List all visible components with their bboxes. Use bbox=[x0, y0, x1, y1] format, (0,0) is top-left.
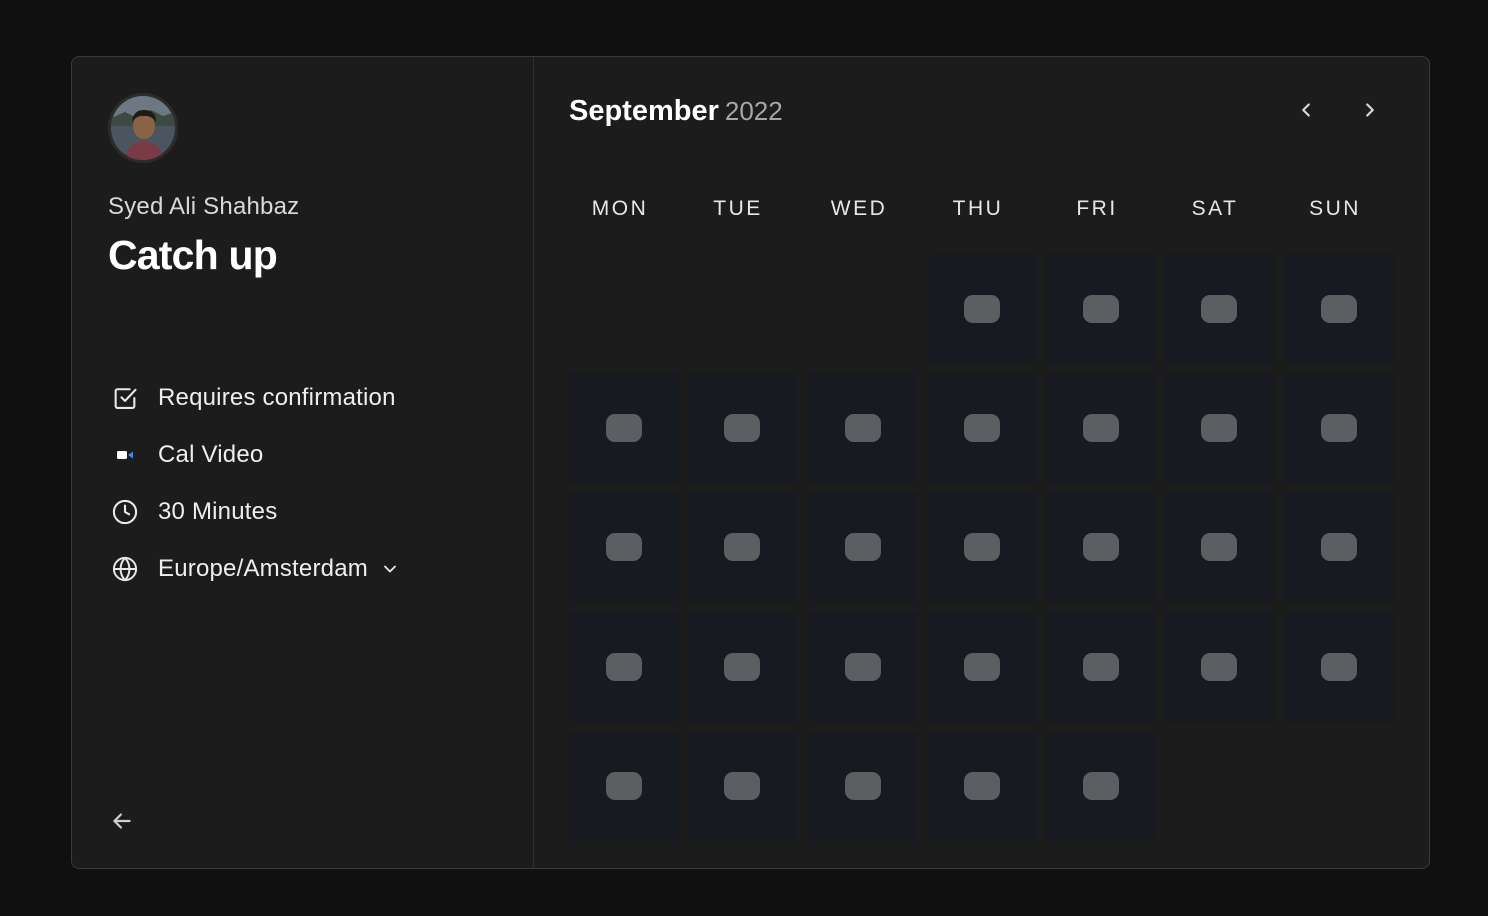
day-loading-placeholder bbox=[606, 533, 642, 561]
day-loading-placeholder bbox=[964, 414, 1000, 442]
event-detail-label: Requires confirmation bbox=[158, 384, 396, 411]
event-title: Catch up bbox=[108, 232, 278, 278]
day-loading-placeholder bbox=[1083, 653, 1119, 681]
event-detail-label: 30 Minutes bbox=[158, 498, 278, 525]
day-loading-placeholder bbox=[1201, 533, 1237, 561]
calendar-day[interactable] bbox=[808, 731, 918, 841]
arrow-left-icon bbox=[113, 813, 131, 829]
weekday-label-wed: WED bbox=[830, 197, 888, 220]
calendar-month-title: September 2022 bbox=[569, 95, 783, 128]
day-loading-placeholder bbox=[845, 533, 881, 561]
timezone-value[interactable]: Europe/Amsterdam bbox=[158, 555, 368, 583]
calendar-day[interactable] bbox=[808, 612, 918, 722]
chevron-down-icon[interactable] bbox=[378, 557, 402, 581]
calendar-day[interactable] bbox=[687, 612, 797, 722]
day-loading-placeholder bbox=[1321, 653, 1357, 681]
globe-icon bbox=[108, 552, 142, 586]
calendar-day[interactable] bbox=[1284, 492, 1394, 602]
calendar-day[interactable] bbox=[808, 492, 918, 602]
calendar-day[interactable] bbox=[569, 492, 679, 602]
back-button[interactable] bbox=[106, 805, 138, 837]
organizer-name: Syed Ali Shahbaz bbox=[108, 193, 300, 220]
booking-card: Syed Ali Shahbaz Catch up Requires confi… bbox=[71, 56, 1430, 869]
event-detail-duration: 30 Minutes bbox=[108, 494, 277, 530]
checkbox-icon bbox=[108, 381, 142, 415]
day-loading-placeholder bbox=[964, 772, 1000, 800]
calendar-day[interactable] bbox=[1046, 612, 1156, 722]
chevron-right-icon bbox=[1366, 103, 1374, 117]
calendar-day[interactable] bbox=[927, 731, 1037, 841]
weekday-label-tue: TUE bbox=[713, 197, 763, 220]
calendar-day[interactable] bbox=[1164, 254, 1274, 364]
calendar-day[interactable] bbox=[1284, 612, 1394, 722]
event-detail-confirmation: Requires confirmation bbox=[108, 380, 396, 416]
weekday-label-fri: FRI bbox=[1076, 197, 1118, 220]
weekday-label-thu: THU bbox=[952, 197, 1004, 220]
day-loading-placeholder bbox=[724, 414, 760, 442]
day-loading-placeholder bbox=[1083, 295, 1119, 323]
calendar-day[interactable] bbox=[1046, 373, 1156, 483]
calendar-day[interactable] bbox=[569, 731, 679, 841]
calendar-day[interactable] bbox=[687, 731, 797, 841]
day-loading-placeholder bbox=[724, 653, 760, 681]
day-loading-placeholder bbox=[964, 295, 1000, 323]
day-loading-placeholder bbox=[606, 414, 642, 442]
avatar bbox=[108, 93, 178, 163]
weekday-label-sat: SAT bbox=[1191, 197, 1239, 220]
day-loading-placeholder bbox=[1321, 414, 1357, 442]
weekday-label-sun: SUN bbox=[1309, 197, 1361, 220]
calendar-day[interactable] bbox=[1046, 492, 1156, 602]
month-label: September bbox=[569, 95, 719, 127]
weekday-label-mon: MON bbox=[591, 197, 649, 220]
calendar-day[interactable] bbox=[1164, 612, 1274, 722]
video-icon bbox=[108, 438, 142, 472]
previous-month-button[interactable] bbox=[1289, 93, 1323, 127]
calendar-day[interactable] bbox=[1284, 373, 1394, 483]
chevron-left-icon bbox=[1302, 103, 1310, 117]
calendar-day[interactable] bbox=[1284, 254, 1394, 364]
day-loading-placeholder bbox=[724, 772, 760, 800]
day-loading-placeholder bbox=[1321, 533, 1357, 561]
day-loading-placeholder bbox=[1201, 414, 1237, 442]
calendar-day[interactable] bbox=[687, 492, 797, 602]
day-loading-placeholder bbox=[1083, 414, 1119, 442]
day-loading-placeholder bbox=[606, 772, 642, 800]
calendar-day[interactable] bbox=[687, 373, 797, 483]
day-loading-placeholder bbox=[845, 414, 881, 442]
calendar-day[interactable] bbox=[927, 492, 1037, 602]
day-loading-placeholder bbox=[1201, 295, 1237, 323]
calendar-day[interactable] bbox=[569, 373, 679, 483]
day-loading-placeholder bbox=[845, 772, 881, 800]
event-detail-label: Cal Video bbox=[158, 441, 264, 468]
calendar-day[interactable] bbox=[1164, 492, 1274, 602]
calendar-day[interactable] bbox=[569, 612, 679, 722]
day-loading-placeholder bbox=[964, 533, 1000, 561]
day-loading-placeholder bbox=[964, 653, 1000, 681]
calendar-day[interactable] bbox=[927, 254, 1037, 364]
avatar-image bbox=[111, 96, 175, 160]
day-loading-placeholder bbox=[845, 653, 881, 681]
calendar-day[interactable] bbox=[808, 373, 918, 483]
event-info-panel: Syed Ali Shahbaz Catch up Requires confi… bbox=[72, 57, 534, 868]
day-loading-placeholder bbox=[1083, 533, 1119, 561]
calendar-day[interactable] bbox=[927, 373, 1037, 483]
day-loading-placeholder bbox=[606, 653, 642, 681]
calendar-day[interactable] bbox=[1164, 373, 1274, 483]
clock-icon bbox=[108, 495, 142, 529]
day-loading-placeholder bbox=[724, 533, 760, 561]
year-label: 2022 bbox=[724, 96, 783, 126]
calendar-day[interactable] bbox=[1046, 254, 1156, 364]
event-detail-location: Cal Video bbox=[108, 437, 263, 473]
timezone-selector[interactable]: Europe/Amsterdam bbox=[108, 551, 402, 587]
day-loading-placeholder bbox=[1201, 653, 1237, 681]
calendar-day[interactable] bbox=[1046, 731, 1156, 841]
calendar-day[interactable] bbox=[927, 612, 1037, 722]
next-month-button[interactable] bbox=[1353, 93, 1387, 127]
day-loading-placeholder bbox=[1321, 295, 1357, 323]
day-loading-placeholder bbox=[1083, 772, 1119, 800]
